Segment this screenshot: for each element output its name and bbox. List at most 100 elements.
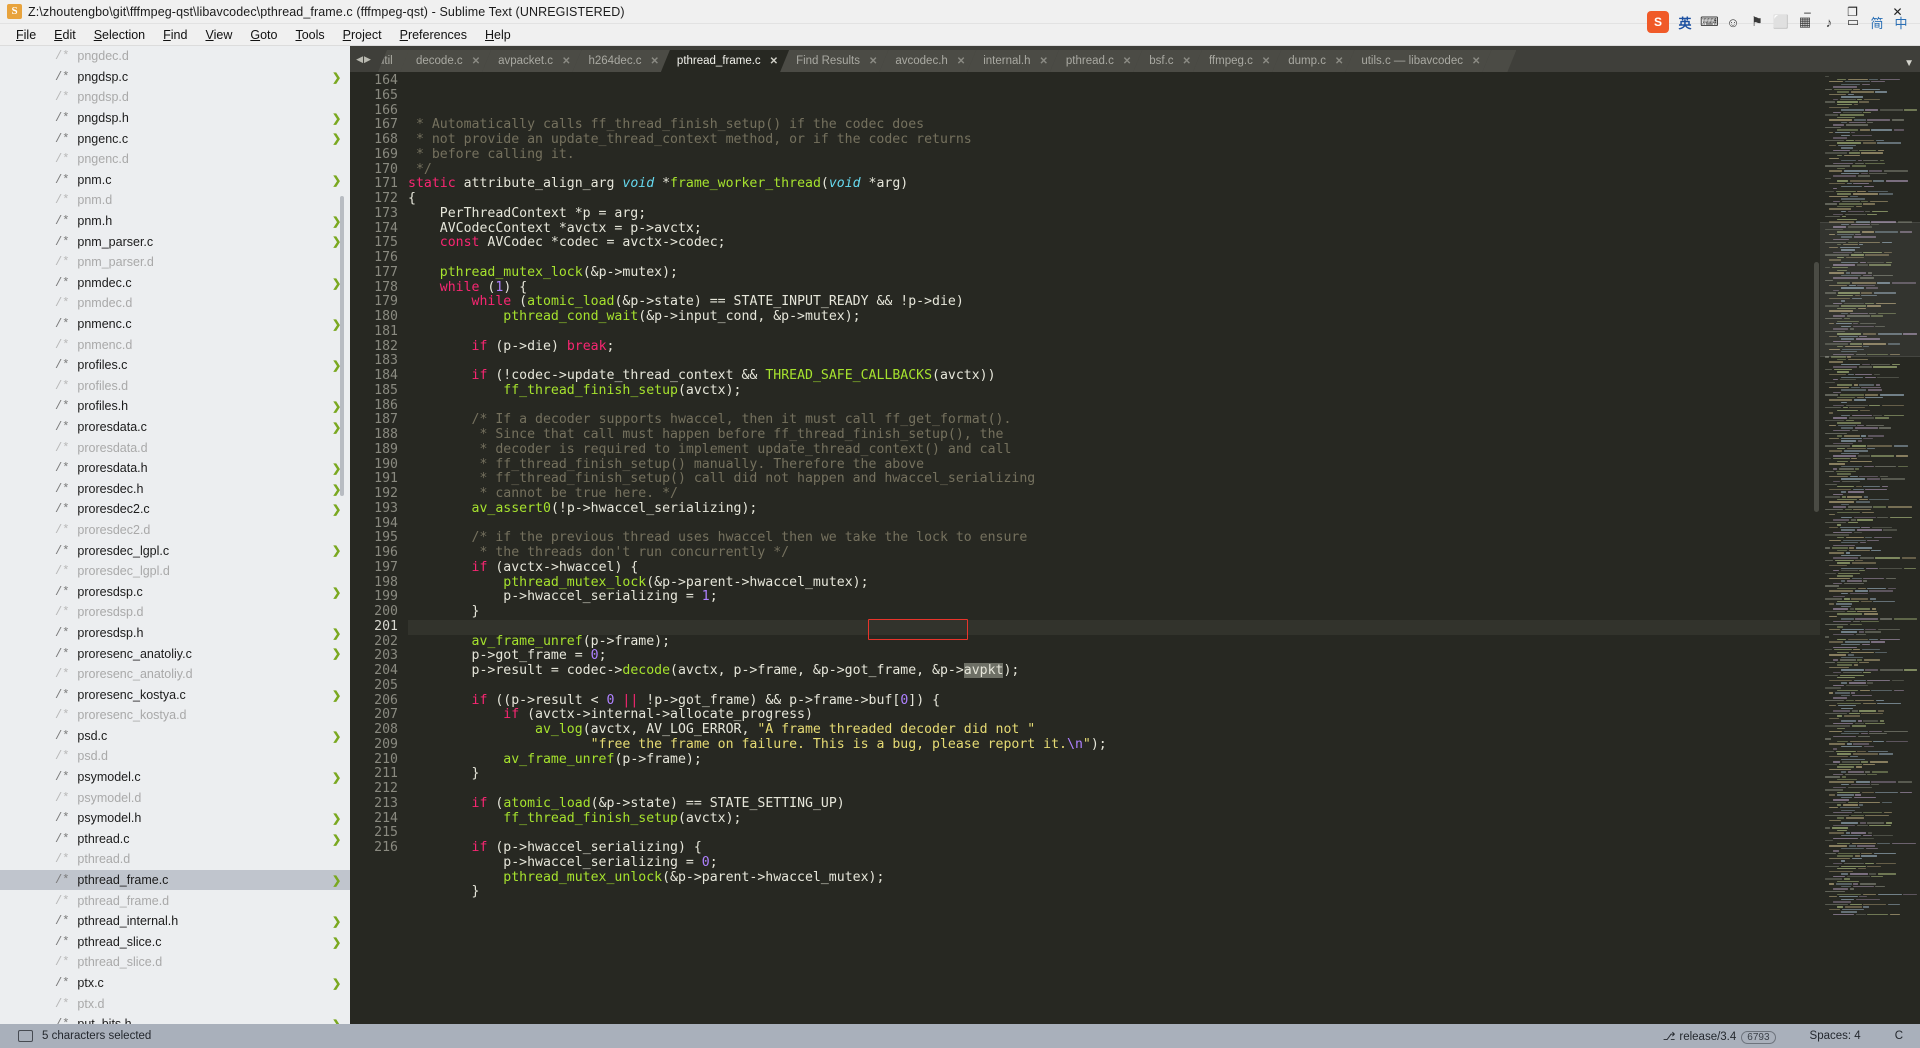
sidebar-item[interactable]: /* proresdec2.d	[0, 520, 350, 541]
code-line[interactable]: * decoder is required to implement updat…	[408, 442, 1820, 458]
code-line[interactable]: if (avctx->internal->allocate_progress)	[408, 707, 1820, 723]
sidebar-item[interactable]: /* pthread_frame.d	[0, 890, 350, 911]
code-line[interactable]: if (p->hwaccel_serializing) {	[408, 840, 1820, 856]
tab-nav-arrows[interactable]: ◀ ▶	[350, 46, 378, 72]
sidebar-expand-arrow-icon[interactable]: ❯	[332, 937, 341, 949]
code-line[interactable]: /* If a decoder supports hwaccel, then i…	[408, 412, 1820, 428]
tab-next-icon[interactable]: ▶	[364, 54, 372, 65]
tab[interactable]: decode.c ✕	[400, 50, 491, 72]
menu-item-preferences[interactable]: Preferences	[391, 26, 476, 44]
tab-close-icon[interactable]: ✕	[957, 56, 965, 67]
code-line[interactable]: p->got_frame = 0;	[408, 648, 1820, 664]
sidebar-expand-arrow-icon[interactable]: ❯	[332, 814, 341, 825]
sidebar-expand-arrow-icon[interactable]: ❯	[332, 175, 341, 187]
sidebar-item[interactable]: /* pnmenc.c	[0, 314, 350, 335]
code-line[interactable]	[408, 354, 1820, 369]
code-line[interactable]: * the threads don't run concurrently */	[408, 545, 1820, 561]
tab[interactable]: pthread.c ✕	[1050, 50, 1142, 72]
grid-icon[interactable]: ▦	[1796, 14, 1814, 30]
menu-item-file[interactable]: File	[7, 26, 45, 44]
tab-close-icon[interactable]: ✕	[1183, 56, 1191, 67]
code-line[interactable]: * ff_thread_finish_setup() manually. The…	[408, 457, 1820, 473]
sidebar-item[interactable]: /* pnmdec.d	[0, 293, 350, 314]
code-line[interactable]: */	[408, 162, 1820, 178]
simplified-icon[interactable]: 简	[1868, 13, 1886, 32]
code-line[interactable]: while (atomic_load(&p->state) == STATE_I…	[408, 294, 1820, 310]
tab-close-icon[interactable]: ✕	[869, 56, 877, 67]
code-line[interactable]	[408, 517, 1820, 532]
code-line[interactable]: static attribute_align_arg void *frame_w…	[408, 176, 1820, 192]
sidebar-item[interactable]: /* psd.c	[0, 726, 350, 747]
code-line[interactable]: PerThreadContext *p = arg;	[408, 206, 1820, 222]
minimap-viewport[interactable]	[1820, 222, 1920, 357]
sidebar-item[interactable]: /* pngenc.c	[0, 128, 350, 149]
minimap[interactable]	[1820, 72, 1920, 1048]
sidebar-item[interactable]: /* proresdata.h	[0, 458, 350, 479]
sidebar-file-list[interactable]: /* pngdec.d /* pngdsp.c /* pngdsp.d /* pngdsp.h…	[0, 46, 350, 1048]
tab-close-icon[interactable]: ✕	[651, 56, 659, 67]
sidebar-expand-arrow-icon[interactable]: ❯	[332, 628, 341, 640]
sidebar-expand-arrow-icon[interactable]: ❯	[332, 979, 341, 990]
sidebar-item[interactable]: /* pnmdec.c	[0, 273, 350, 294]
code-line[interactable]: if (p->die) break;	[408, 339, 1820, 355]
code-line[interactable]: * ff_thread_finish_setup() call did not …	[408, 471, 1820, 487]
code-line[interactable]: }	[408, 604, 1820, 620]
menu-item-view[interactable]: View	[196, 26, 241, 44]
chinese-icon[interactable]: 中	[1892, 13, 1910, 32]
toolbar-icon[interactable]: ▭	[1844, 14, 1862, 30]
sidebar-item[interactable]: /* pthread_internal.h	[0, 911, 350, 932]
code-text[interactable]: * Automatically calls ff_thread_finish_s…	[408, 72, 1820, 1048]
ime-lang-icon[interactable]: 英	[1676, 13, 1694, 32]
tab-close-icon[interactable]: ✕	[562, 56, 570, 67]
syntax-setting[interactable]: C	[1878, 1030, 1920, 1042]
sidebar-item-selected[interactable]: /* pthread_frame.c	[0, 869, 350, 891]
tab[interactable]: bsf.c ✕	[1133, 50, 1202, 72]
keyboard-icon[interactable]: ⌨	[1700, 14, 1719, 30]
code-line[interactable]	[408, 679, 1820, 694]
sidebar-item[interactable]: /* pnmenc.d	[0, 334, 350, 355]
tab-close-icon[interactable]: ✕	[1262, 56, 1270, 67]
sidebar-expand-arrow-icon[interactable]: ❯	[332, 587, 341, 599]
tab[interactable]: internal.h ✕	[967, 50, 1059, 72]
sidebar-item[interactable]: /* pngdec.d	[0, 46, 350, 67]
sidebar-item[interactable]: /* proresdec2.c	[0, 499, 350, 520]
sidebar-item[interactable]: /* pnm.c	[0, 170, 350, 191]
tab-close-icon[interactable]: ✕	[1335, 56, 1343, 67]
code-line[interactable]	[408, 399, 1820, 414]
tab[interactable]: ffmpeg.c ✕	[1193, 50, 1281, 72]
sidebar-item[interactable]: /* psymodel.c	[0, 767, 350, 788]
tab[interactable]: avpacket.c ✕	[482, 50, 581, 72]
code-line[interactable]: if ((p->result < 0 || !p->got_frame) && …	[408, 693, 1820, 709]
code-line[interactable]: if (atomic_load(&p->state) == STATE_SETT…	[408, 796, 1820, 812]
sidebar-item[interactable]: /* psymodel.d	[0, 787, 350, 808]
sidebar-item[interactable]: /* pnm_parser.c	[0, 231, 350, 252]
code-line[interactable]: while (1) {	[408, 280, 1820, 296]
sidebar-item[interactable]: /* proresdec_lgpl.d	[0, 561, 350, 582]
sidebar-item[interactable]: /* proresdec.h	[0, 478, 350, 499]
code-line[interactable]	[408, 826, 1820, 841]
code-line[interactable]: {	[408, 191, 1820, 207]
menu-item-edit[interactable]: Edit	[45, 26, 85, 44]
sidebar-expand-arrow-icon[interactable]: ❯	[332, 834, 341, 846]
code-line[interactable]: p->result = codec->decode(avctx, p->fram…	[408, 663, 1820, 679]
code-line[interactable]: av_frame_unref(p->frame);	[408, 634, 1820, 650]
sidebar-expand-arrow-icon[interactable]: ❯	[332, 649, 341, 660]
sidebar-item[interactable]: /* proresenc_kostya.d	[0, 705, 350, 726]
tab-close-icon[interactable]: ✕	[1040, 56, 1048, 67]
sidebar-item[interactable]: /* pnm_parser.d	[0, 252, 350, 273]
sidebar-item[interactable]: /* pthread_slice.c	[0, 932, 350, 953]
code-line[interactable]	[408, 251, 1820, 266]
code-line[interactable]	[408, 325, 1820, 340]
code-line[interactable]: p->hwaccel_serializing = 1;	[408, 589, 1820, 605]
code-line[interactable]: * cannot be true here. */	[408, 486, 1820, 502]
code-line[interactable]: ff_thread_finish_setup(avctx);	[408, 383, 1820, 399]
sidebar-expand-arrow-icon[interactable]: ❯	[332, 876, 341, 887]
menu-item-find[interactable]: Find	[154, 26, 196, 44]
menu-item-goto[interactable]: Goto	[241, 26, 286, 44]
sidebar-expand-arrow-icon[interactable]: ❯	[332, 690, 341, 702]
sidebar-item[interactable]: /* pngenc.d	[0, 149, 350, 170]
sogou-ime-icon[interactable]: S	[1647, 11, 1669, 33]
sidebar-expand-arrow-icon[interactable]: ❯	[332, 546, 341, 557]
tab[interactable]: Find Results ✕	[780, 50, 888, 72]
sidebar-expand-arrow-icon[interactable]: ❯	[332, 773, 341, 784]
